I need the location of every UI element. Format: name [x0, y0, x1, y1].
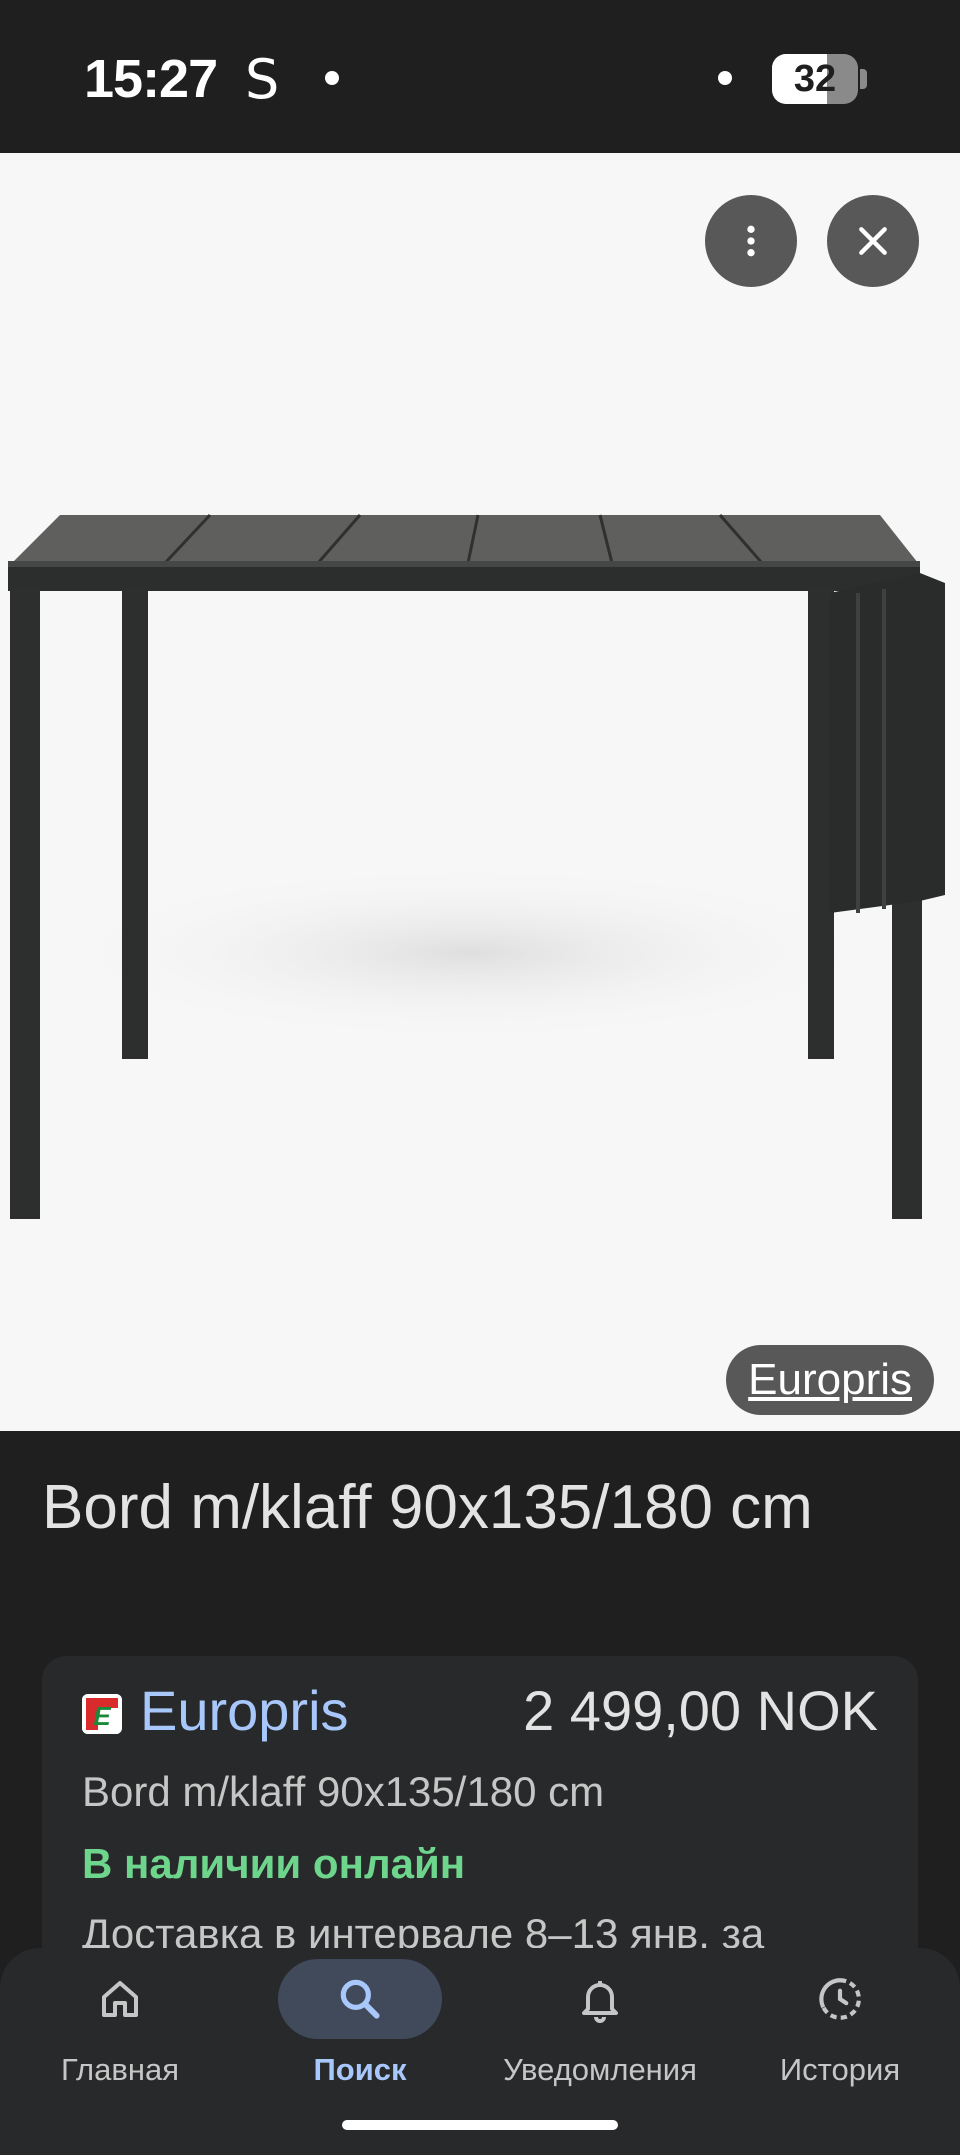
merchant-name-link[interactable]: Europris	[140, 1678, 349, 1743]
nav-label-home: Главная	[61, 2052, 179, 2087]
battery-level: 32	[793, 58, 837, 100]
image-source-link[interactable]: Europris	[726, 1345, 934, 1415]
offer-card[interactable]: E Europris 2 499,00 NOK Bord m/klaff 90x…	[42, 1656, 918, 1986]
home-indicator[interactable]	[342, 2120, 618, 2130]
svg-text:E: E	[93, 1701, 111, 1731]
bell-icon	[582, 1981, 618, 2023]
close-button[interactable]	[827, 195, 919, 287]
nav-item-home[interactable]: Главная	[0, 1948, 240, 2155]
close-icon	[859, 227, 887, 255]
history-icon	[819, 1978, 861, 2020]
home-icon	[102, 1981, 138, 2017]
carrier-s-icon: S	[245, 48, 280, 111]
product-image	[8, 513, 945, 1219]
notification-dot-icon	[325, 71, 339, 85]
status-bar: 15:27 S 32	[0, 0, 960, 153]
signal-dot-icon	[718, 71, 732, 85]
offer-price: 2 499,00 NOK	[523, 1679, 878, 1742]
product-title: Bord m/klaff 90x135/180 cm	[42, 1473, 813, 1542]
nav-label-search: Поиск	[313, 2052, 407, 2087]
more-vert-icon	[747, 225, 755, 257]
product-image-viewer[interactable]: Europris	[0, 153, 960, 1431]
stock-status: В наличии онлайн	[82, 1840, 466, 1887]
nav-label-history: История	[779, 2052, 901, 2087]
europris-logo-icon: E	[82, 1694, 122, 1734]
search-icon	[340, 1979, 380, 2019]
nav-item-history[interactable]: История	[720, 1948, 960, 2155]
more-options-button[interactable]	[705, 195, 797, 287]
nav-label-notifications: Уведомления	[503, 2052, 697, 2087]
status-time: 15:27	[84, 49, 218, 109]
offer-description: Bord m/klaff 90x135/180 cm	[82, 1768, 605, 1815]
battery-indicator: 32	[772, 54, 868, 104]
